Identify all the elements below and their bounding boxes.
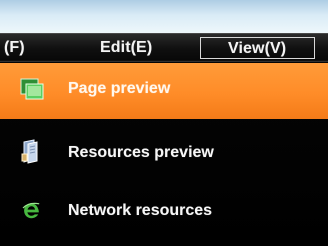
menu-view-label: View(V)	[228, 40, 287, 57]
menu-view[interactable]: View(V)	[200, 37, 315, 59]
menu-edit-label: Edit(E)	[100, 39, 153, 56]
menu-item-page-preview-label: Page preview	[68, 80, 171, 97]
page-preview-icon	[19, 77, 46, 101]
window-background	[0, 0, 328, 33]
menu-file-label: (F)	[4, 39, 25, 56]
menu-bar: (F) Edit(E) View(V)	[0, 33, 328, 61]
network-resources-icon	[22, 201, 42, 221]
resources-preview-icon	[20, 139, 40, 164]
screen: (F) Edit(E) View(V) Page preview Resourc…	[0, 0, 328, 246]
menu-file[interactable]: (F)	[4, 34, 25, 62]
menu-item-network-resources-label: Network resources	[68, 202, 213, 219]
menu-item-page-preview[interactable]: Page preview	[0, 63, 328, 119]
menu-item-resources-preview-label: Resources preview	[68, 144, 214, 161]
menu-item-resources-preview[interactable]: Resources preview	[0, 127, 328, 183]
menu-item-network-resources[interactable]: Network resources	[0, 185, 328, 241]
menu-edit[interactable]: Edit(E)	[100, 34, 152, 62]
view-dropdown-menu: Page preview Resources preview Network r…	[0, 61, 328, 246]
